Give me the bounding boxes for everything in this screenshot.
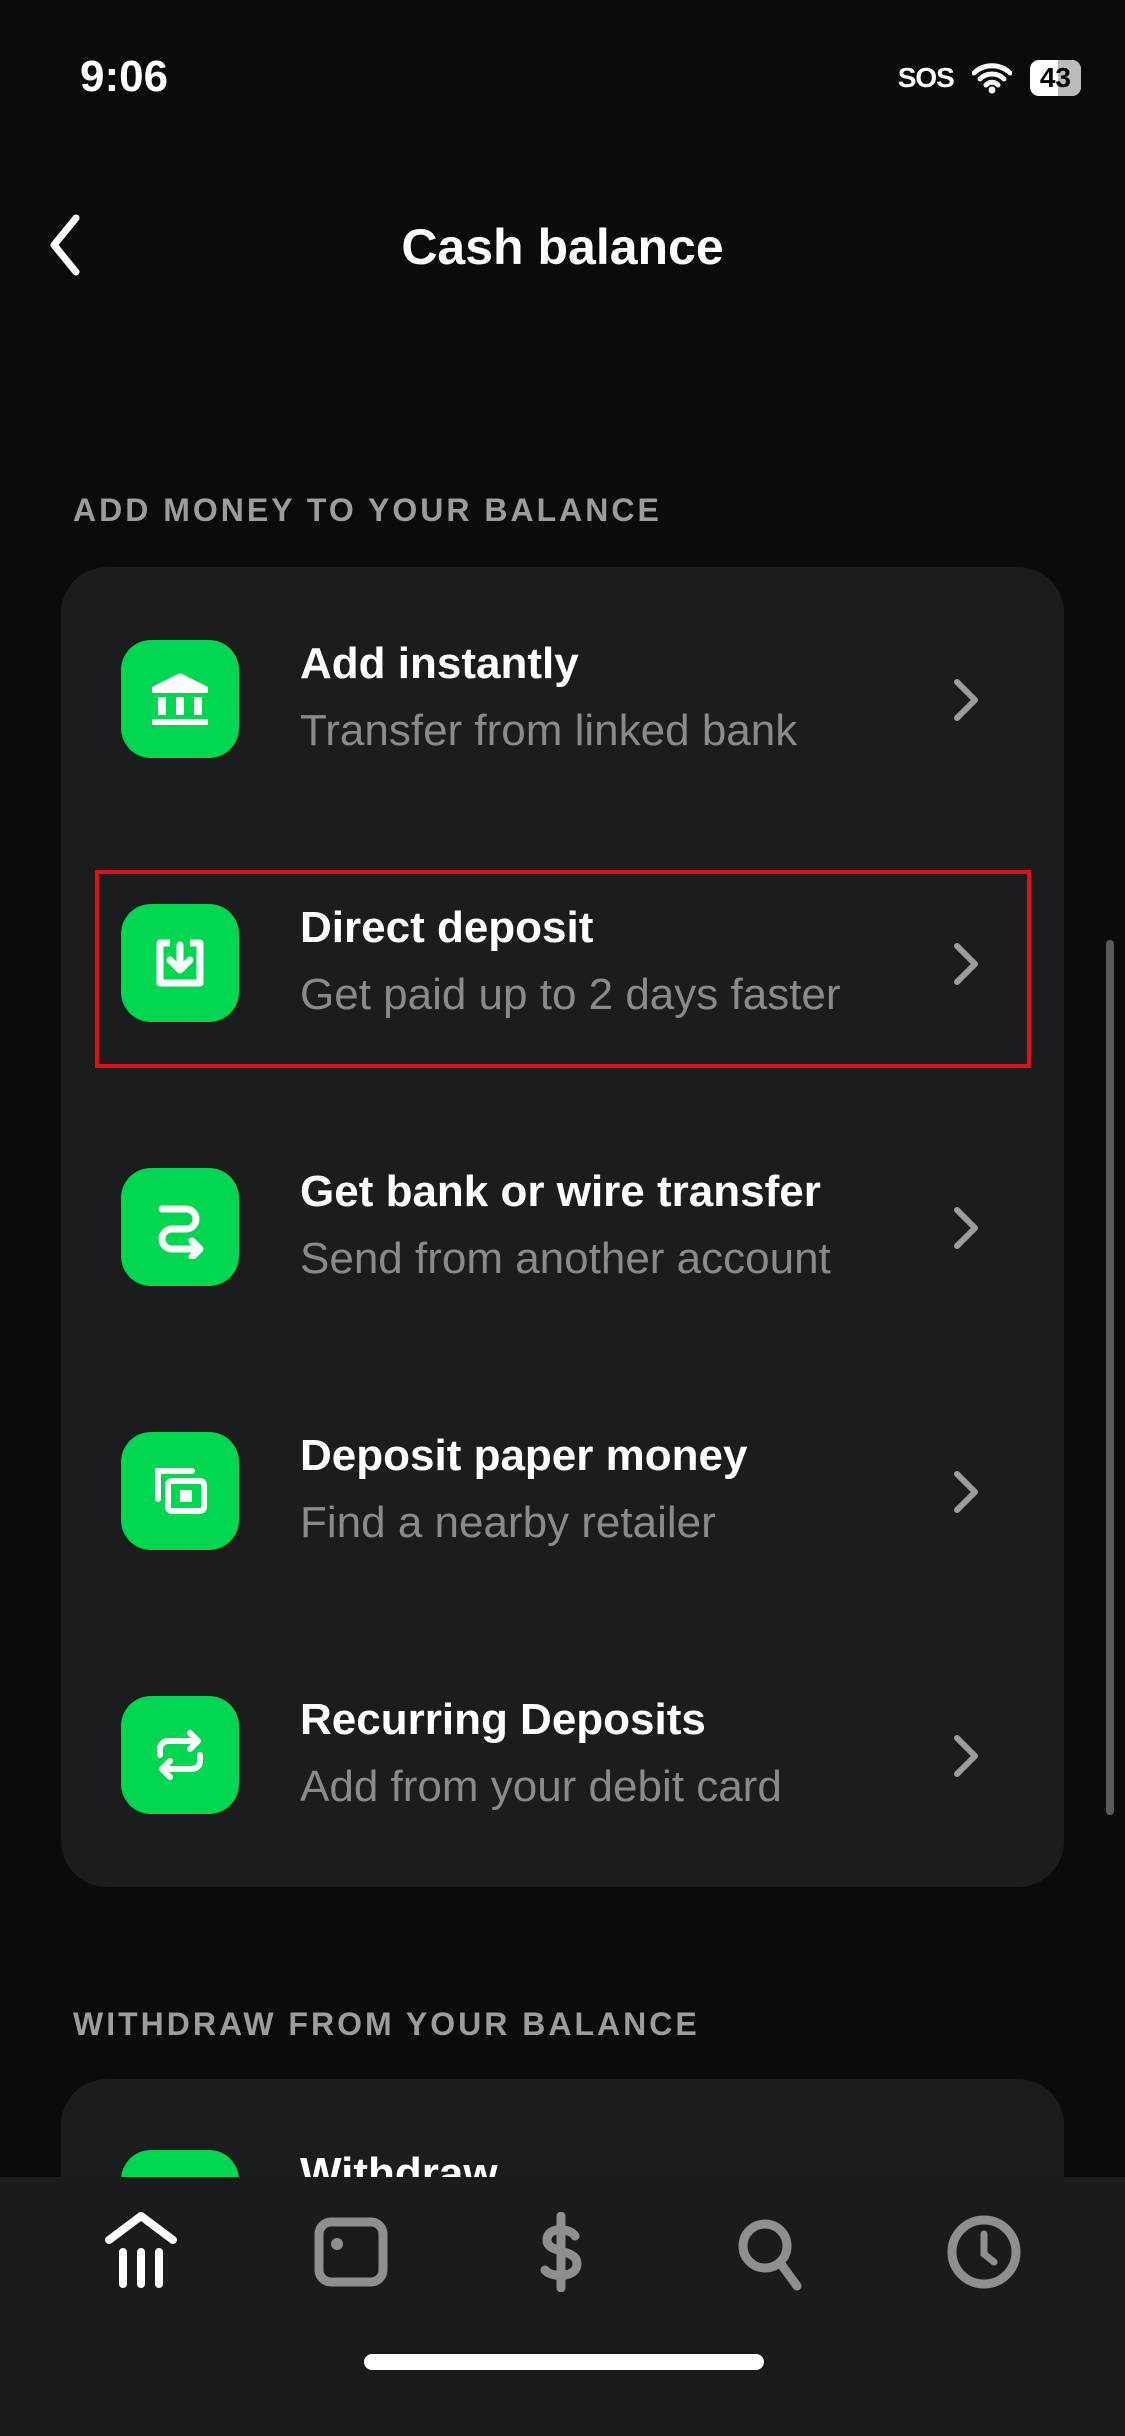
home-indicator[interactable] [364,2354,764,2370]
item-subtitle: Transfer from linked bank [300,706,798,755]
item-title: Recurring Deposits [300,1695,706,1744]
item-subtitle: Find a nearby retailer [300,1498,716,1547]
dollar-icon [540,2212,582,2292]
transfer-arrow-icon [121,1168,239,1286]
search-icon [738,2219,802,2291]
paper-money-icon [121,1432,239,1550]
status-time: 9:06 [80,52,169,101]
recurring-icon [121,1696,239,1814]
tab-home[interactable] [96,2207,186,2297]
item-subtitle: Send from another account [300,1234,831,1283]
list-item-bank-wire-transfer[interactable]: Get bank or wire transfer Send from anot… [61,1095,1064,1359]
tab-money[interactable] [516,2207,606,2297]
list-item-recurring-deposits[interactable]: Recurring Deposits Add from your debit c… [61,1623,1064,1887]
battery-icon: 43 [1029,60,1081,96]
add-money-card: Add instantly Transfer from linked bank … [61,567,1064,1887]
tab-activity[interactable] [939,2207,1029,2297]
item-title: Deposit paper money [300,1431,748,1480]
status-icons: SOS 43 [898,60,1081,96]
battery-level: 43 [1039,62,1071,93]
clock-icon [947,2215,1021,2289]
page-title: Cash balance [401,219,724,275]
item-title: Get bank or wire transfer [300,1167,821,1216]
chevron-right-icon [954,1471,978,1513]
list-item-deposit-paper-money[interactable]: Deposit paper money Find a nearby retail… [61,1359,1064,1623]
section-label-withdraw: WITHDRAW FROM YOUR BALANCE [73,2006,700,2042]
highlight-box [95,870,1031,1068]
wifi-icon [971,63,1012,94]
scrollbar[interactable] [1106,940,1114,1815]
chevron-right-icon [954,1735,978,1777]
bank-icon [121,640,239,758]
item-subtitle: Add from your debit card [300,1762,782,1811]
tab-bar [0,2177,1125,2436]
chevron-right-icon [954,679,978,721]
nav-header [0,0,1125,342]
home-icon [105,2212,177,2288]
item-title: Add instantly [300,639,579,688]
list-item-add-instantly[interactable]: Add instantly Transfer from linked bank [61,567,1064,831]
tab-search[interactable] [726,2207,816,2297]
sos-indicator: SOS [897,62,955,93]
tab-card[interactable] [306,2207,396,2297]
section-label-add-money: ADD MONEY TO YOUR BALANCE [73,492,662,528]
chevron-right-icon [954,1207,978,1249]
card-icon [314,2217,388,2287]
